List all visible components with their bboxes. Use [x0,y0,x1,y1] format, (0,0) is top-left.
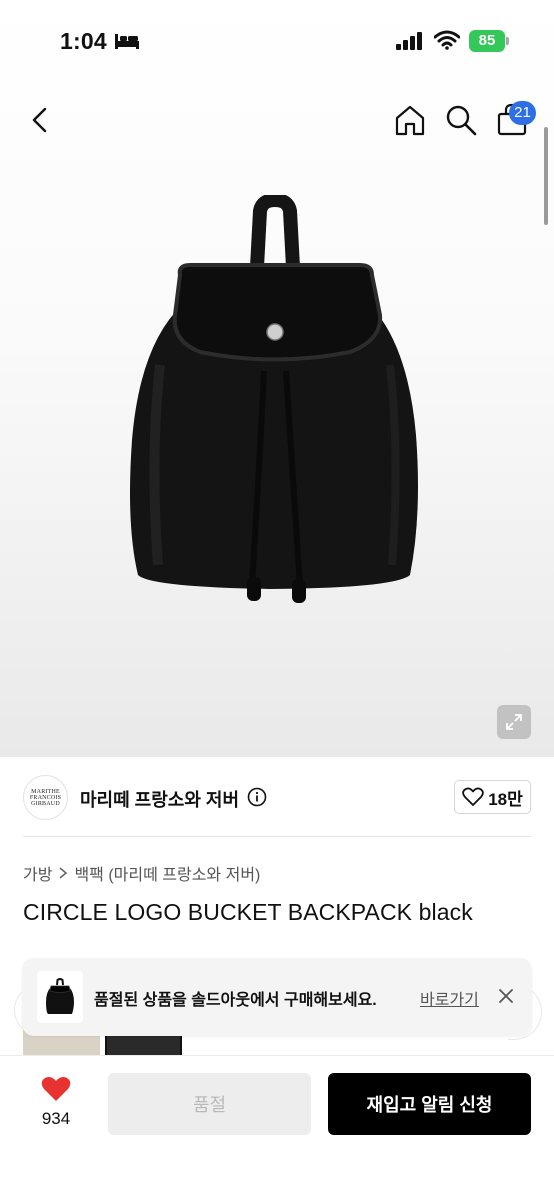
wifi-icon [434,30,460,50]
chevron-right-icon [59,867,68,879]
toast-product-thumbnail [37,971,83,1023]
soldout-promo-toast[interactable]: 품절된 상품을 솔드아웃에서 구매해보세요. 바로가기 [22,958,532,1036]
brand-like-button[interactable]: 18만 [454,780,531,814]
breadcrumb-item-category[interactable]: 가방 [23,861,52,885]
heart-outline-icon [462,787,484,806]
signal-icon [396,32,422,50]
home-icon[interactable] [392,102,428,138]
brand-logo[interactable]: MARITHE FRANCOIS GIRBAUD [23,775,68,820]
status-time: 1:04 [60,28,107,54]
expand-image-button[interactable] [497,705,531,739]
brand-like-count: 18만 [488,789,523,809]
product-image [130,195,418,603]
search-icon[interactable] [443,102,479,138]
toast-message: 품절된 상품을 솔드아웃에서 구매해보세요. [94,992,377,1009]
expand-icon [506,714,522,730]
breadcrumb-item-subcategory[interactable]: 백팩 (마리떼 프랑소와 저버) [74,861,260,885]
battery-level: 85 [478,32,496,49]
divider [23,836,531,837]
status-bar: 1:04 85 [0,0,554,84]
soldout-button[interactable]: 품절 [108,1073,311,1135]
breadcrumb: 가방 백팩 (마리떼 프랑소와 저버) [23,861,260,885]
back-icon[interactable] [24,104,56,136]
battery-indicator: 85 [469,30,509,52]
toast-go-link[interactable]: 바로가기 [420,986,479,1010]
info-icon[interactable] [247,787,267,807]
wish-count: 934 [41,1109,71,1128]
brand-logo-line: GIRBAUD [31,800,60,807]
restock-alert-button[interactable]: 재입고 알림 신청 [328,1073,531,1135]
cart-count-badge[interactable]: 21 [509,101,536,125]
heart-filled-icon[interactable] [40,1075,72,1103]
brand-name[interactable]: 마리떼 프랑소와 저버 [80,786,239,812]
bed-icon [115,34,139,49]
scroll-indicator[interactable] [544,127,548,225]
product-title: CIRCLE LOGO BUCKET BACKPACK black [23,899,473,925]
close-icon[interactable] [497,987,515,1005]
